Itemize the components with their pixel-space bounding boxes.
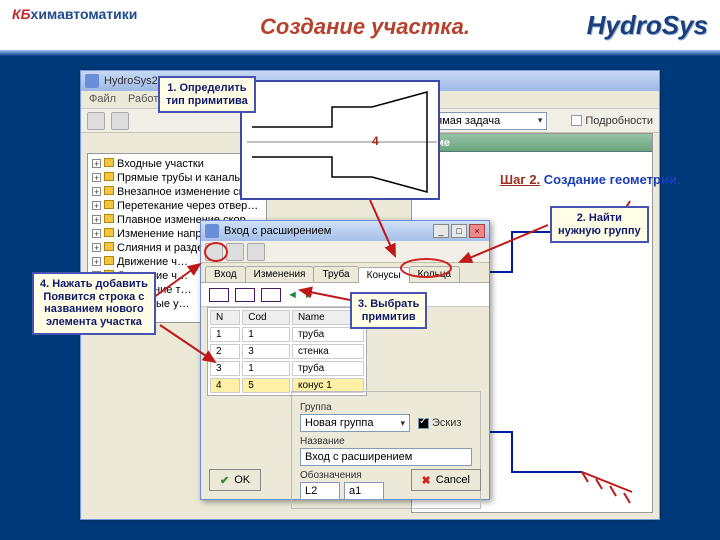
name-input[interactable] bbox=[300, 448, 472, 466]
minimize-button[interactable]: _ bbox=[433, 224, 449, 238]
close-button[interactable]: × bbox=[469, 224, 485, 238]
tab-changes[interactable]: Изменения bbox=[245, 266, 315, 282]
tab-pipe[interactable]: Труба bbox=[313, 266, 358, 282]
dialog-toolbar bbox=[201, 241, 489, 263]
primitive-number: 4 bbox=[372, 134, 379, 148]
table-row: 23стенка bbox=[210, 344, 364, 359]
table-row: 11труба bbox=[210, 327, 364, 342]
shape-glyph[interactable] bbox=[209, 288, 229, 302]
shape-glyph[interactable] bbox=[261, 288, 281, 302]
tree-item: +Входные участки bbox=[92, 157, 262, 171]
ok-button[interactable]: ✔OK bbox=[209, 469, 261, 491]
toolbar-btn[interactable] bbox=[247, 243, 265, 261]
callout-1: 1. Определить тип примитива bbox=[158, 76, 256, 113]
header-stripe bbox=[0, 50, 720, 56]
tab-input[interactable]: Вход bbox=[205, 266, 246, 282]
slide-header: КБхимавтоматики Создание участка. HydroS… bbox=[0, 0, 720, 55]
group-select[interactable]: Новая группа bbox=[300, 414, 410, 432]
new-icon[interactable] bbox=[87, 112, 105, 130]
tree-item: +Перетекание через отвер… bbox=[92, 199, 262, 213]
cancel-button[interactable]: ✖Cancel bbox=[411, 469, 481, 491]
callout-3: 3. Выбрать примитив bbox=[350, 292, 427, 329]
shape-glyph[interactable] bbox=[235, 288, 255, 302]
properties-group: Группа Новая группа ✓Эскиз Название Обоз… bbox=[291, 391, 481, 509]
elements-table[interactable]: NCodName 11труба 23стенка 31труба 45кону… bbox=[207, 307, 367, 396]
highlight-circle-tab bbox=[400, 258, 452, 278]
brand: HydroSys bbox=[587, 10, 708, 41]
group-label: Группа bbox=[300, 402, 472, 413]
canvas-header: чение bbox=[412, 134, 652, 152]
highlight-circle-add bbox=[204, 242, 228, 262]
dialog-icon bbox=[205, 224, 219, 238]
dialog-sketch-checkbox[interactable]: ✓Эскиз bbox=[418, 417, 461, 429]
shape-glyph-row: ◄► bbox=[201, 283, 489, 307]
callout-4: 4. Нажать добавить Появится строка с наз… bbox=[32, 272, 156, 335]
callout-2: 2. Найти нужную группу bbox=[550, 206, 649, 243]
main-title: HydroSys2 bbox=[104, 75, 158, 87]
dialog-title: Вход с расширением bbox=[224, 225, 331, 237]
logo: КБхимавтоматики bbox=[12, 6, 137, 22]
primitive-preview: 4 bbox=[240, 80, 440, 200]
dialog-titlebar[interactable]: Вход с расширением _ □ × bbox=[201, 221, 489, 241]
toolbar-btn[interactable] bbox=[226, 243, 244, 261]
app-icon bbox=[85, 74, 99, 88]
details-checkbox[interactable]: Подробности bbox=[571, 115, 653, 127]
name-label: Название bbox=[300, 436, 472, 447]
tree-item: +Внезапное изменение ск… bbox=[92, 185, 262, 199]
tree-item: +Прямые трубы и каналы bbox=[92, 171, 262, 185]
slide-title: Создание участка. bbox=[260, 14, 470, 40]
table-row: 31труба bbox=[210, 361, 364, 376]
maximize-button[interactable]: □ bbox=[451, 224, 467, 238]
open-icon[interactable] bbox=[111, 112, 129, 130]
menu-file[interactable]: Файл bbox=[89, 93, 116, 106]
step-header: Шаг 2. Создание геометрии. bbox=[500, 172, 681, 187]
